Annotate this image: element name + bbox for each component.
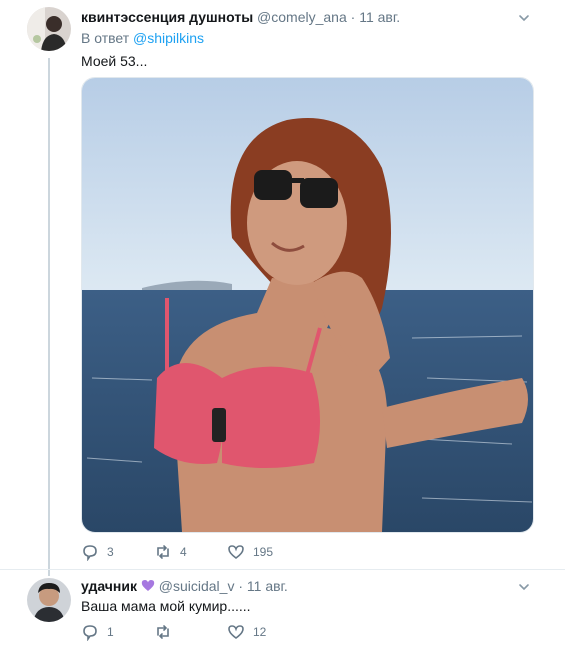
avatar[interactable] — [27, 578, 71, 622]
tweet-actions: 1 12 — [81, 623, 541, 643]
retweet-action[interactable]: 4 — [154, 543, 187, 561]
reply-action[interactable]: 3 — [81, 543, 114, 561]
user-handle[interactable]: @suicidal_v — [159, 578, 235, 594]
reply-count: 1 — [107, 625, 114, 639]
chevron-down-icon[interactable] — [518, 581, 530, 593]
purple-heart-icon — [141, 580, 155, 591]
tweet-header: квинтэссенция душноты @comely_ana · 11 а… — [81, 9, 400, 25]
tweet-2[interactable]: удачник @suicidal_v · 11 авг. Ваша мама … — [0, 570, 565, 649]
retweet-count: 4 — [180, 545, 187, 559]
heart-icon — [228, 625, 244, 639]
like-action[interactable]: 195 — [227, 543, 273, 561]
tweet-header: удачник @suicidal_v · 11 авг. — [81, 578, 288, 594]
like-count: 195 — [253, 545, 274, 559]
reply-icon — [83, 625, 97, 641]
like-count: 12 — [253, 625, 267, 639]
retweet-action[interactable] — [154, 623, 180, 641]
reply-to-link[interactable]: @shipilkins — [133, 30, 204, 46]
tweet-date[interactable]: 11 авг. — [247, 578, 288, 594]
photo-woman-sea — [82, 78, 533, 532]
reply-prefix: В ответ — [81, 30, 130, 46]
reply-action[interactable]: 1 — [81, 623, 114, 641]
reply-icon — [83, 545, 97, 561]
separator: · — [238, 578, 243, 594]
tweet-text: Моей 53... — [81, 53, 148, 69]
user-handle[interactable]: @comely_ana — [257, 9, 347, 25]
retweet-icon — [157, 545, 169, 559]
display-name[interactable]: квинтэссенция душноты — [81, 9, 253, 25]
tweet-text: Ваша мама мой кумир...... — [81, 598, 251, 614]
chevron-down-icon[interactable] — [518, 12, 530, 24]
reply-context: В ответ @shipilkins — [81, 30, 204, 46]
tweet-1[interactable]: квинтэссенция душноты @comely_ana · 11 а… — [0, 0, 565, 574]
retweet-icon — [157, 625, 169, 639]
tweet-actions: 3 4 195 — [81, 543, 541, 563]
reply-count: 3 — [107, 545, 114, 559]
separator: · — [350, 9, 356, 25]
tweet-date[interactable]: 11 авг. — [359, 9, 400, 25]
like-action[interactable]: 12 — [227, 623, 266, 641]
display-name[interactable]: удачник — [81, 578, 137, 594]
avatar[interactable] — [27, 7, 71, 51]
tweet-photo[interactable] — [81, 77, 534, 533]
heart-icon — [228, 545, 244, 559]
